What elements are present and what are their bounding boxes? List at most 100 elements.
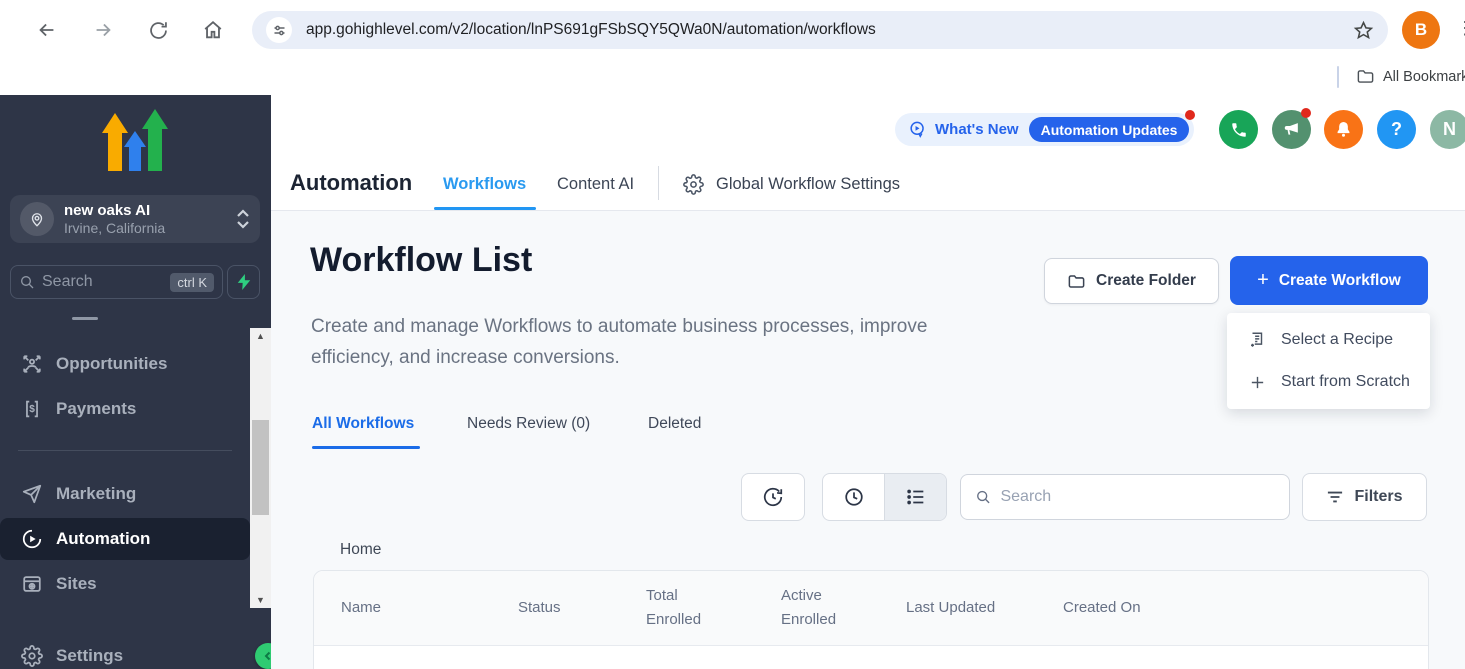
sidebar-item-automation[interactable]: Automation <box>0 518 250 560</box>
scroll-up-icon[interactable]: ▲ <box>250 328 271 344</box>
reload-icon[interactable] <box>142 14 174 46</box>
menu-item-start-from-scratch[interactable]: Start from Scratch <box>1227 361 1430 403</box>
history-clock-icon <box>762 486 784 508</box>
back-icon[interactable] <box>31 14 63 46</box>
column-header-total-enrolled: Total Enrolled <box>646 584 781 632</box>
sidebar: new oaks AI Irvine, California Search ct… <box>0 95 271 669</box>
megaphone-icon <box>1282 120 1301 139</box>
main-header: What's New Automation Updates ? N Aut <box>271 95 1465 211</box>
opportunities-icon <box>20 353 43 375</box>
bookmarks-bar: All Bookmarks <box>0 60 1465 95</box>
tab-needs-review[interactable]: Needs Review (0) <box>467 415 590 433</box>
filters-button[interactable]: Filters <box>1302 473 1427 521</box>
user-avatar[interactable]: N <box>1430 110 1465 149</box>
recent-view-button[interactable] <box>823 474 884 520</box>
sidebar-item-sites[interactable]: Sites <box>0 562 250 606</box>
whats-new-icon <box>908 120 927 139</box>
section-title: Workflow List <box>310 241 532 280</box>
phone-icon <box>1230 121 1248 139</box>
sidebar-item-payments[interactable]: $ Payments <box>0 387 250 431</box>
settings-gear-icon <box>20 645 43 667</box>
menu-item-select-recipe[interactable]: Select a Recipe <box>1227 319 1430 361</box>
location-pin-icon <box>20 202 54 236</box>
menu-item-label: Start from Scratch <box>1281 373 1410 391</box>
bolt-icon <box>237 274 251 290</box>
sidebar-item-label: Sites <box>56 574 97 594</box>
notifications-button[interactable] <box>1324 110 1363 149</box>
sidebar-item-label: Settings <box>56 646 123 666</box>
global-workflow-settings-link[interactable]: Global Workflow Settings <box>716 175 900 194</box>
screen: app.gohighlevel.com/v2/location/lnPS691g… <box>0 0 1465 669</box>
quick-actions-button[interactable] <box>227 265 260 299</box>
scroll-down-icon[interactable]: ▼ <box>250 592 271 608</box>
whats-new-button[interactable]: What's New Automation Updates <box>895 113 1194 146</box>
announcements-button[interactable] <box>1272 110 1311 149</box>
search-icon <box>19 274 35 290</box>
sidebar-item-label: Automation <box>56 529 150 549</box>
location-switcher[interactable]: new oaks AI Irvine, California <box>10 195 260 243</box>
recipe-icon <box>1247 331 1267 349</box>
create-workflow-label: Create Workflow <box>1279 272 1401 290</box>
active-tab-underline <box>434 207 536 210</box>
marketing-icon <box>20 483 43 505</box>
automation-icon <box>20 528 43 550</box>
browser-profile-avatar[interactable]: B <box>1402 11 1440 49</box>
folder-icon <box>1356 67 1375 86</box>
create-workflow-menu: Select a Recipe Start from Scratch <box>1227 313 1430 409</box>
workflow-search-input[interactable] <box>1000 488 1275 506</box>
filters-label: Filters <box>1354 488 1402 506</box>
help-button[interactable]: ? <box>1377 110 1416 149</box>
column-header-created-on: Created On <box>1063 596 1428 620</box>
all-bookmarks-button[interactable]: All Bookmarks <box>1356 67 1465 86</box>
list-icon <box>905 486 927 508</box>
sidebar-item-label: Opportunities <box>56 354 167 374</box>
sidebar-item-settings[interactable]: Settings <box>0 634 250 669</box>
plus-icon: + <box>1257 269 1269 292</box>
tab-deleted[interactable]: Deleted <box>648 415 701 433</box>
create-workflow-button[interactable]: + Create Workflow <box>1230 256 1428 305</box>
url-text[interactable]: app.gohighlevel.com/v2/location/lnPS691g… <box>306 21 1345 39</box>
home-icon[interactable] <box>197 14 229 46</box>
payments-icon: $ <box>20 398 43 420</box>
vertical-divider <box>658 166 659 200</box>
column-header-name: Name <box>341 596 518 620</box>
address-bar[interactable]: app.gohighlevel.com/v2/location/lnPS691g… <box>252 11 1388 49</box>
list-view-button[interactable] <box>884 474 946 520</box>
sidebar-item-marketing[interactable]: Marketing <box>0 472 250 516</box>
phone-button[interactable] <box>1219 110 1258 149</box>
column-header-last-updated: Last Updated <box>906 596 1063 620</box>
sites-icon <box>20 573 43 595</box>
chevron-updown-icon <box>236 208 250 230</box>
sidebar-search-input[interactable]: Search ctrl K <box>10 265 223 299</box>
view-toggle-group <box>822 473 947 521</box>
sidebar-search-placeholder: Search <box>42 273 170 291</box>
clock-icon <box>843 486 865 508</box>
global-settings-gear-icon[interactable] <box>683 174 704 195</box>
automation-updates-badge[interactable]: Automation Updates <box>1029 117 1190 142</box>
active-filter-underline <box>312 446 420 449</box>
tab-workflows[interactable]: Workflows <box>443 175 526 194</box>
notification-dot <box>1185 110 1195 120</box>
all-bookmarks-label: All Bookmarks <box>1383 69 1465 85</box>
sidebar-item-opportunities[interactable]: Opportunities <box>0 342 250 386</box>
browser-menu-icon[interactable]: ⋮ <box>1456 18 1465 39</box>
execution-logs-button[interactable] <box>741 473 805 521</box>
filter-icon <box>1326 489 1344 505</box>
tab-content-ai[interactable]: Content AI <box>557 175 634 194</box>
truncated-nav-item <box>72 317 98 320</box>
bookmarks-divider <box>1337 66 1339 88</box>
breadcrumb-home[interactable]: Home <box>340 541 381 559</box>
create-folder-button[interactable]: Create Folder <box>1044 258 1219 304</box>
sidebar-scrollbar[interactable]: ▲ ▼ <box>250 328 271 608</box>
section-description: Create and manage Workflows to automate … <box>311 311 1011 373</box>
workflow-search[interactable] <box>960 474 1290 520</box>
folder-icon <box>1067 272 1086 291</box>
workflow-list-section: Workflow List Create and manage Workflow… <box>271 211 1465 669</box>
tab-all-workflows[interactable]: All Workflows <box>312 415 414 433</box>
workflow-table: Name Status Total Enrolled Active Enroll… <box>313 570 1429 669</box>
bookmark-star-icon[interactable] <box>1353 20 1374 41</box>
forward-icon[interactable] <box>87 14 119 46</box>
create-folder-label: Create Folder <box>1096 272 1196 290</box>
site-settings-icon[interactable] <box>266 17 292 43</box>
scrollbar-thumb[interactable] <box>252 420 269 515</box>
